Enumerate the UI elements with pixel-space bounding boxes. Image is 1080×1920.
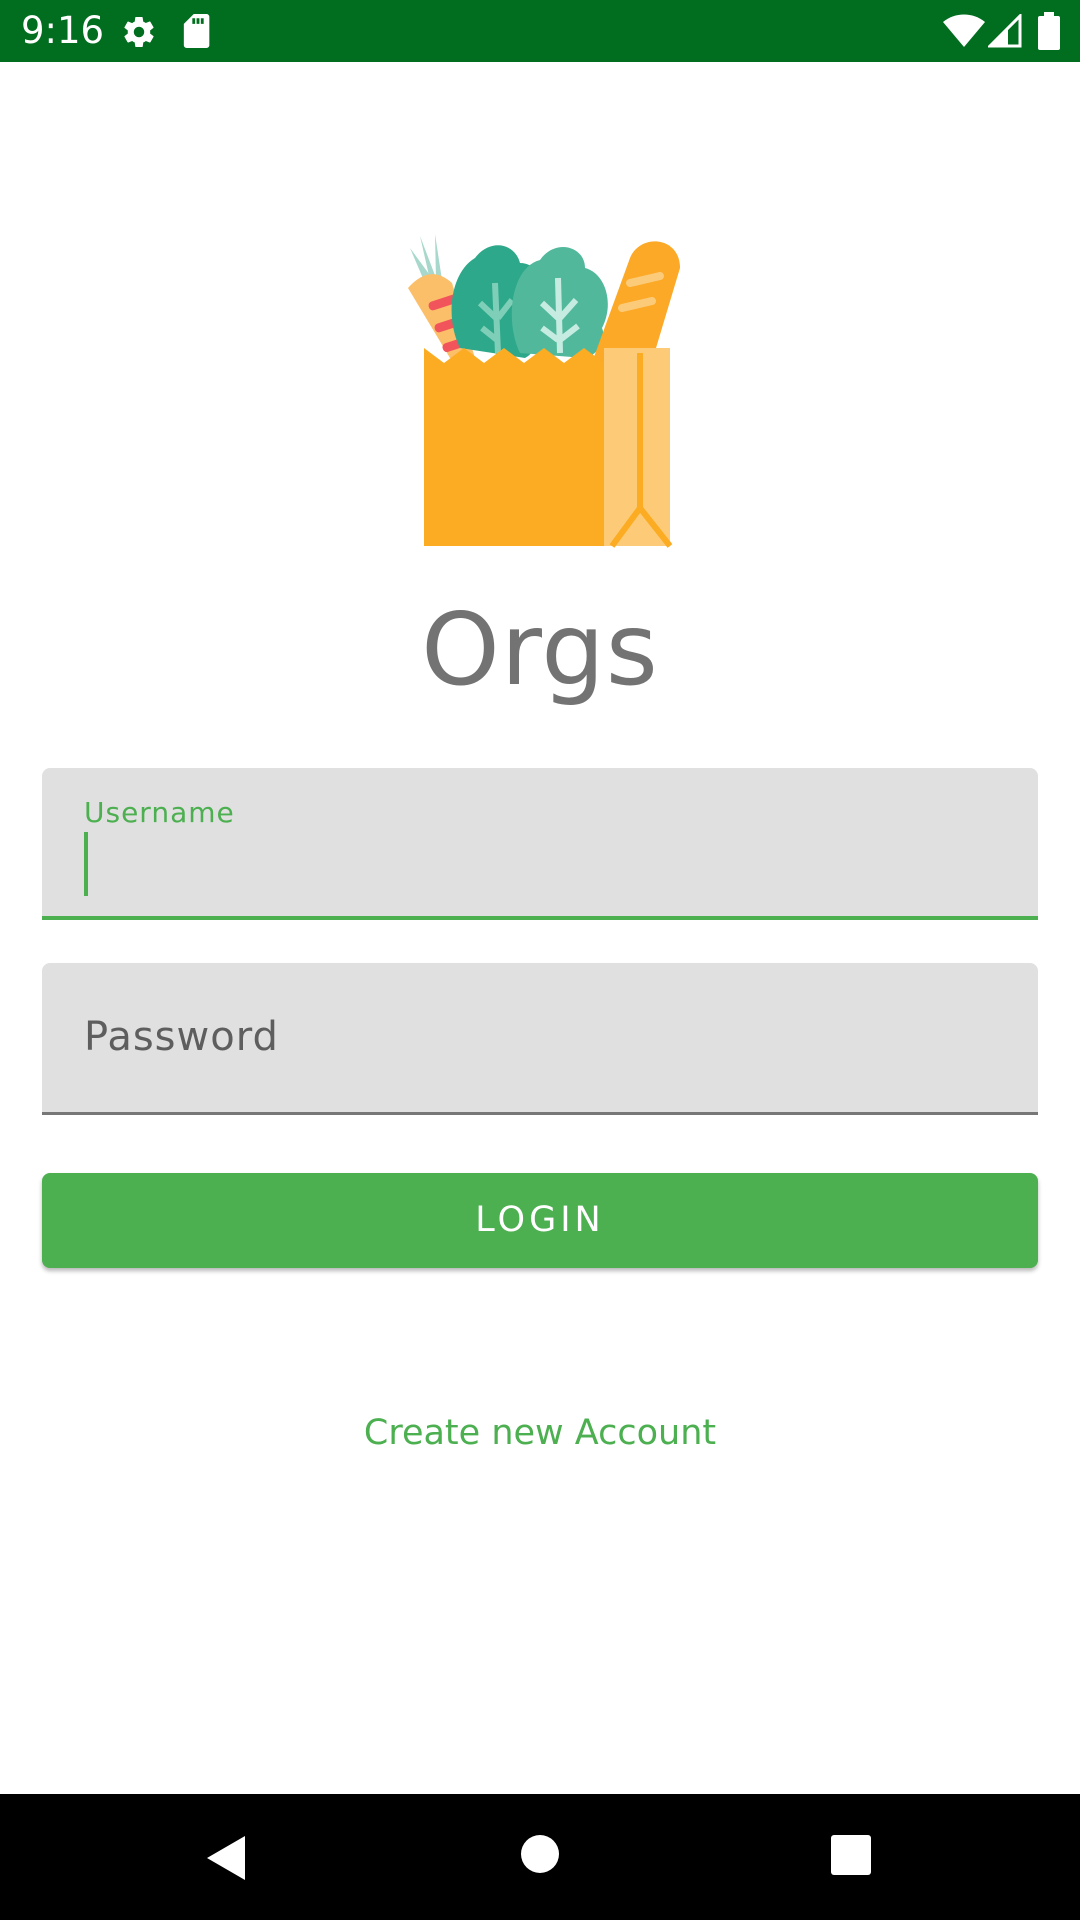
password-field[interactable]: Password bbox=[42, 963, 1038, 1115]
signal-icon bbox=[988, 14, 1022, 48]
wifi-icon bbox=[943, 14, 985, 47]
gear-icon bbox=[124, 17, 154, 48]
username-label: Username bbox=[84, 796, 235, 829]
sd-card-icon bbox=[183, 14, 210, 48]
battery-icon bbox=[1038, 12, 1060, 50]
status-time: 9:16 bbox=[21, 9, 105, 52]
home-icon[interactable] bbox=[520, 1834, 560, 1874]
username-input[interactable] bbox=[84, 828, 984, 898]
username-field[interactable]: Username bbox=[42, 768, 1038, 920]
create-account-link[interactable]: Create new Account bbox=[0, 1408, 1080, 1458]
login-screen: 9:16 Orgs Username Password LOGIN Create… bbox=[0, 0, 1080, 1920]
password-label: Password bbox=[84, 1014, 279, 1060]
grocery-bag-icon bbox=[408, 234, 680, 548]
login-button[interactable]: LOGIN bbox=[42, 1173, 1038, 1268]
recents-icon[interactable] bbox=[830, 1834, 872, 1876]
app-title: Orgs bbox=[421, 591, 659, 708]
status-bar: 9:16 bbox=[0, 0, 1080, 62]
navigation-bar bbox=[0, 1794, 1080, 1920]
back-icon[interactable] bbox=[203, 1834, 249, 1882]
